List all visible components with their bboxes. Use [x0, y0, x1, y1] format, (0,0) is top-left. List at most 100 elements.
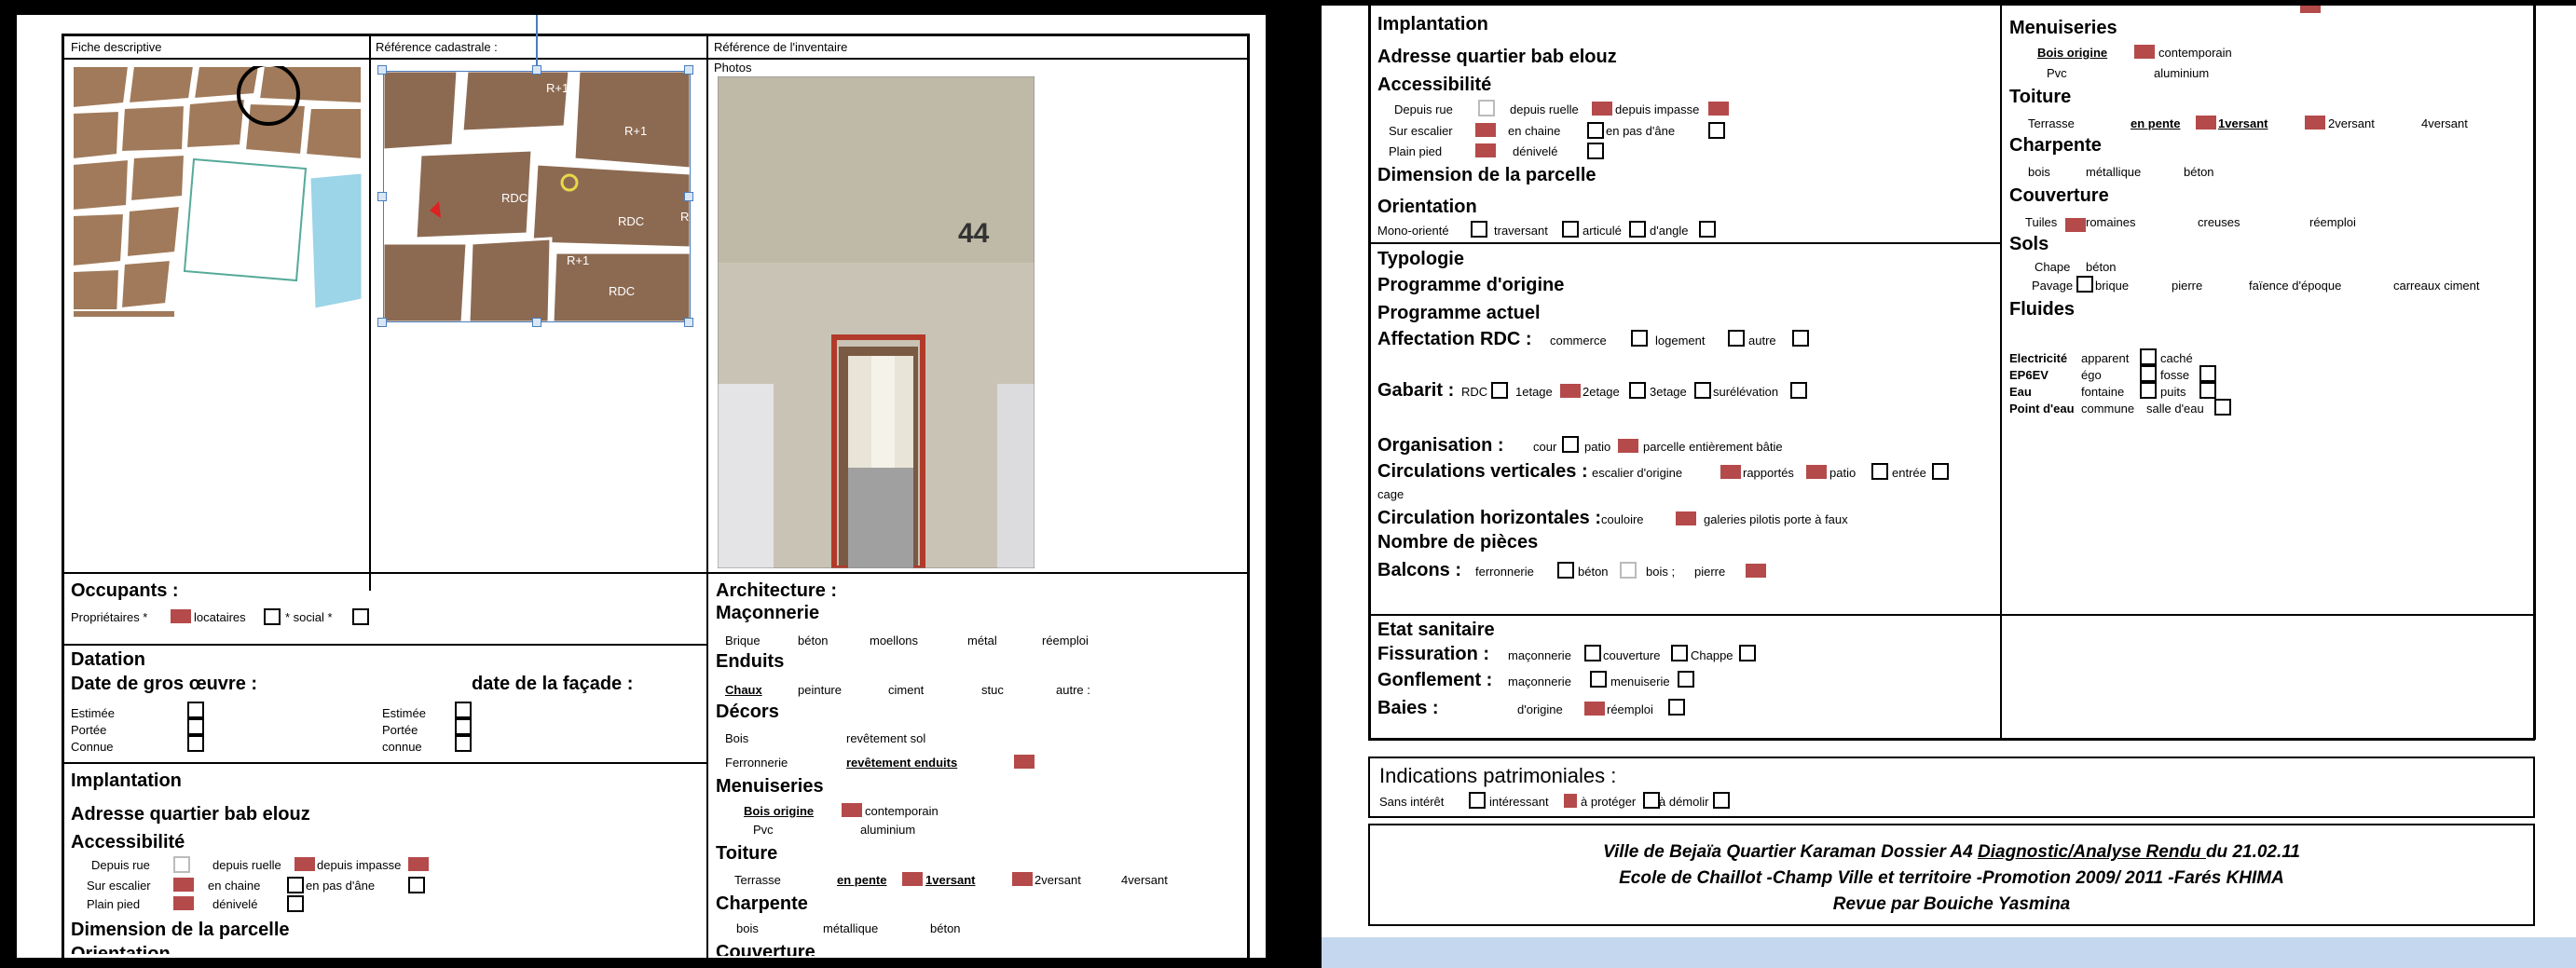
enduits-chaux: Chaux [725, 683, 762, 697]
gabarit-surelevation-checkbox[interactable] [1790, 382, 1807, 399]
map-label-r: R [680, 210, 690, 224]
resize-handle-tr[interactable] [684, 65, 693, 75]
estimee-label: Estimée [71, 706, 115, 720]
patio-checkbox[interactable] [1618, 439, 1638, 453]
gonf-menuiserie-checkbox[interactable] [1678, 671, 1694, 688]
interessant-checkbox[interactable] [1564, 794, 1577, 808]
depuis-rue-checkbox[interactable] [173, 856, 190, 873]
gabarit-1etage-checkbox[interactable] [1560, 384, 1581, 398]
connue-facade-checkbox[interactable] [455, 735, 472, 752]
depuis-impasse-checkbox[interactable] [408, 857, 429, 871]
en-pas-checkbox[interactable] [408, 877, 425, 893]
articule-checkbox[interactable] [1629, 221, 1646, 238]
gonf-maconnerie-checkbox[interactable] [1590, 671, 1607, 688]
romaines-label: romaines [2086, 215, 2136, 229]
apparent-checkbox[interactable] [2140, 348, 2157, 365]
dangle-checkbox[interactable] [1699, 221, 1716, 238]
salle-eau-checkbox[interactable] [2214, 399, 2231, 416]
resize-handle-bl[interactable] [377, 318, 387, 327]
fosse-checkbox[interactable] [2199, 365, 2216, 382]
fontaine-checkbox[interactable] [2140, 382, 2157, 399]
r-en-chaine-checkbox[interactable] [1587, 122, 1604, 139]
r-depuis-ruelle-checkbox[interactable] [1592, 102, 1612, 116]
r-sur-escalier-checkbox[interactable] [1475, 123, 1496, 137]
a-proteger-checkbox[interactable] [1643, 792, 1660, 809]
portee-checkbox[interactable] [187, 718, 204, 735]
logement-checkbox[interactable] [1728, 330, 1745, 347]
r-denivele-checkbox[interactable] [1587, 143, 1604, 159]
bois-origine-checkbox[interactable] [842, 803, 862, 817]
estimee-facade-checkbox[interactable] [455, 702, 472, 718]
gabarit-3etage-checkbox[interactable] [1694, 382, 1711, 399]
balcons-ferronnerie-checkbox[interactable] [1557, 562, 1574, 579]
resize-handle-bm[interactable] [532, 318, 541, 327]
photo-house-number: 44 [958, 218, 990, 249]
fiss-maconnerie-checkbox[interactable] [1584, 645, 1601, 661]
prog-origine-title: Programme d'origine [1377, 275, 1565, 295]
mono-checkbox[interactable] [1471, 221, 1487, 238]
parcelle-label: parcelle entièrement bâtie [1643, 440, 1783, 454]
autre-checkbox[interactable] [1792, 330, 1809, 347]
en-chaine-checkbox[interactable] [287, 877, 304, 893]
r-depuis-rue-checkbox[interactable] [1478, 100, 1495, 116]
patio2-checkbox[interactable] [1871, 463, 1888, 480]
menuiseries-title: Menuiseries [716, 776, 824, 797]
resize-handle-mr[interactable] [684, 192, 693, 201]
cour-checkbox[interactable] [1562, 436, 1579, 453]
mac-item-brique: Brique [725, 634, 760, 648]
versant1-checkbox[interactable] [1012, 872, 1033, 886]
plain-pied-checkbox[interactable] [173, 896, 194, 910]
r-depuis-rue-label: Depuis rue [1394, 102, 1453, 116]
portee-facade-checkbox[interactable] [455, 718, 472, 735]
couloire-checkbox[interactable] [1676, 511, 1696, 525]
balcons-beton-checkbox[interactable] [1620, 562, 1637, 579]
r-depuis-impasse-checkbox[interactable] [1708, 102, 1729, 116]
top-cut-checkbox[interactable] [2300, 6, 2321, 13]
traversant-checkbox[interactable] [1562, 221, 1579, 238]
r-en-pente-checkbox[interactable] [2196, 116, 2216, 130]
rapportes-checkbox[interactable] [1806, 465, 1827, 479]
r-plain-pied-checkbox[interactable] [1475, 143, 1496, 157]
gabarit-2etage-checkbox[interactable] [1629, 382, 1646, 399]
sans-interet-checkbox[interactable] [1469, 792, 1486, 809]
tuiles-checkbox[interactable] [2065, 218, 2086, 232]
map-label-r1-a: R+1 [546, 81, 569, 95]
locataires-checkbox[interactable] [264, 608, 281, 625]
resize-handle-tm[interactable] [532, 65, 541, 75]
connue-checkbox[interactable] [187, 735, 204, 752]
fiss-couverture-checkbox[interactable] [1671, 645, 1688, 661]
r-en-pas-checkbox[interactable] [1708, 122, 1725, 139]
social-checkbox[interactable] [352, 608, 369, 625]
creuses-label: creuses [2198, 215, 2240, 229]
pavage-checkbox[interactable] [2076, 276, 2093, 293]
entree-checkbox[interactable] [1932, 463, 1949, 480]
rev-enduits-checkbox[interactable] [1014, 755, 1035, 769]
rotate-handle[interactable] [536, 15, 538, 65]
r-couverture-title: Couverture [2009, 185, 2109, 206]
r-bois-origine-checkbox[interactable] [2134, 45, 2155, 59]
resize-handle-br[interactable] [684, 318, 693, 327]
fiss-chappe-checkbox[interactable] [1739, 645, 1756, 661]
sans-interet-label: Sans intérêt [1379, 795, 1445, 809]
a-demolir-checkbox[interactable] [1713, 792, 1730, 809]
r-versant1-checkbox[interactable] [2305, 116, 2325, 130]
resize-handle-tl[interactable] [377, 65, 387, 75]
resize-handle-ml[interactable] [377, 192, 387, 201]
puits-checkbox[interactable] [2199, 382, 2216, 399]
balcons-pierre-checkbox[interactable] [1746, 564, 1766, 578]
baies-reemploi-checkbox[interactable] [1668, 699, 1685, 716]
proprietaires-checkbox[interactable] [171, 609, 191, 623]
estimee-checkbox[interactable] [187, 702, 204, 718]
en-pente-checkbox[interactable] [902, 872, 923, 886]
escalier-origine-checkbox[interactable] [1720, 465, 1741, 479]
ego-checkbox[interactable] [2140, 365, 2157, 382]
baies-dorigine-checkbox[interactable] [1584, 702, 1605, 716]
footer-line-2: Ecole de Chaillot -Champ Ville et territ… [1619, 868, 2284, 888]
denivele-checkbox[interactable] [287, 895, 304, 912]
depuis-ruelle-checkbox[interactable] [295, 857, 315, 871]
gabarit-rdc-checkbox[interactable] [1491, 382, 1508, 399]
r-denivele-label: dénivelé [1513, 144, 1558, 158]
commerce-checkbox[interactable] [1631, 330, 1648, 347]
prog-actuel-title: Programme actuel [1377, 303, 1541, 323]
sur-escalier-checkbox[interactable] [173, 878, 194, 892]
